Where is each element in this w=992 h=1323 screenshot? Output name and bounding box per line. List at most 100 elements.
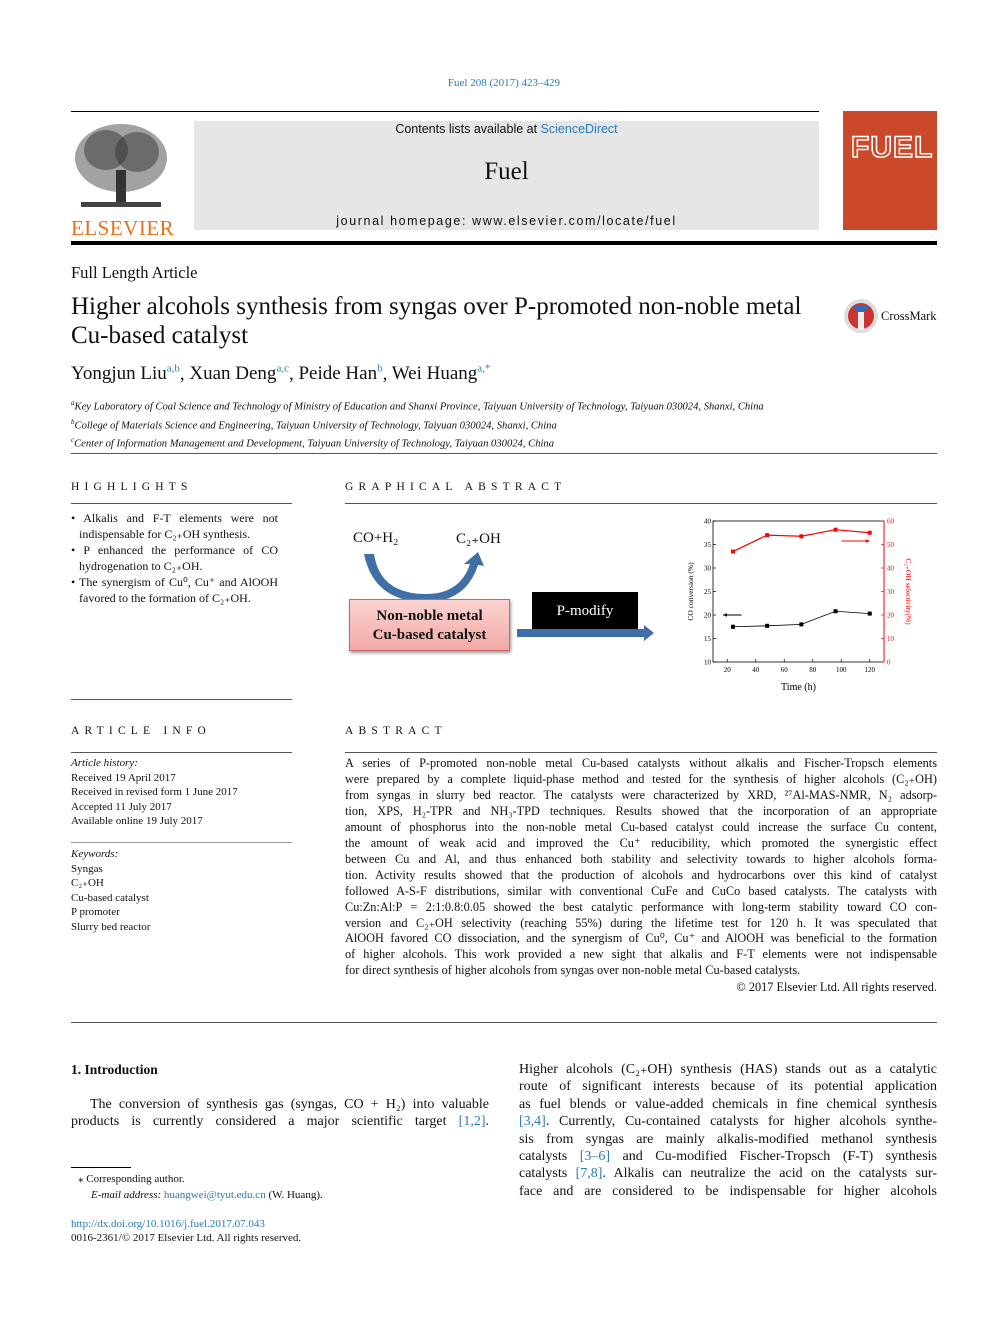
divider [71, 453, 937, 454]
x-tick-label: 20 [724, 666, 732, 674]
text-line: catalysts [7,8]. Alkalis can neutralize … [519, 1166, 937, 1182]
journal-cover: FUEL [843, 111, 937, 230]
y-tick-label: 10 [704, 659, 712, 667]
affiliation: bCollege of Materials Science and Engine… [71, 417, 557, 432]
highlights-list: • Alkalis and F-T elements were not indis… [71, 510, 278, 606]
y-tick-label: 15 [704, 635, 712, 643]
journal-banner: Contents lists available at ScienceDirec… [194, 121, 819, 230]
keyword: Slurry bed reactor [71, 920, 151, 933]
abstract-line: of higher alcohols. This work provided a… [345, 947, 937, 962]
footnote-rule [71, 1167, 131, 1168]
journal-homepage[interactable]: journal homepage: www.elsevier.com/locat… [194, 214, 819, 228]
x-tick-label: 80 [809, 666, 817, 674]
y-tick-label: 35 [704, 541, 712, 549]
history-item: Received in revised form 1 June 2017 [71, 786, 238, 798]
text-line: [3,4]. Currently, Cu-contained catalysts… [519, 1114, 937, 1130]
citation-link[interactable]: [7,8] [576, 1166, 603, 1181]
text-line: catalysts [3–6] and Cu-modified Fischer-… [519, 1149, 937, 1165]
citation-link[interactable]: [3–6] [580, 1149, 610, 1164]
stability-chart: 20 40 60 80 100 120 10 15 20 25 30 35 40 0 10 20 30 40 50 6… [686, 518, 913, 694]
citation-link[interactable]: [1,2] [459, 1114, 486, 1129]
y2-axis-label: C₂₊OH selectivity(%) [904, 558, 913, 625]
text-line: Higher alcohols (C₂₊OH) synthesis (HAS) … [519, 1062, 937, 1077]
journal-reference[interactable]: Fuel 208 (2017) 423–429 [0, 77, 992, 89]
article-history: Article history: Received 19 April 2017 … [71, 756, 238, 829]
x-tick-label: 100 [836, 666, 847, 674]
article-title: Higher alcohols synthesis from syngas ov… [71, 292, 801, 350]
abstract-line: amount of phosphorus into the non-noble … [345, 819, 937, 834]
y2-tick-label: 60 [887, 518, 895, 526]
intro-left-paragraph: The conversion of synthesis gas (syngas,… [71, 1096, 489, 1131]
affiliation: cCenter of Information Management and De… [71, 436, 555, 450]
abstract-line: tion. Activity results showed that the p… [345, 867, 937, 882]
y2-tick-label: 20 [887, 612, 895, 620]
abstract-copyright: © 2017 Elsevier Ltd. All rights reserved… [736, 980, 937, 994]
x-tick-label: 60 [781, 666, 789, 674]
affiliation: aKey Laboratory of Coal Science and Tech… [71, 399, 764, 413]
keyword: P promoter [71, 906, 120, 918]
crossmark-button[interactable]: CrossMark [843, 298, 937, 334]
y-tick-label: 40 [704, 518, 712, 526]
data-point [833, 609, 838, 614]
highlight-item: • Alkalis and F-T elements were not indis… [71, 511, 278, 541]
intro-right-paragraph: Higher alcohols (C₂₊OH) synthesis (HAS) … [519, 1061, 937, 1200]
plot-frame [712, 520, 885, 663]
article-type: Full Length Article [71, 263, 198, 282]
data-point [765, 623, 770, 628]
sciencedirect-link[interactable]: ScienceDirect [541, 122, 618, 136]
article-info-heading: ARTICLE INFO [71, 725, 211, 737]
author[interactable]: Wei Huanga,* [392, 363, 491, 384]
reactant-label: CO+H₂ [353, 530, 399, 546]
header-rule [71, 111, 819, 112]
arrowhead [722, 613, 727, 617]
doi-link[interactable]: http://dx.doi.org/10.1016/j.fuel.2017.07… [71, 1217, 301, 1231]
divider [345, 752, 937, 753]
text-line: route of significant interests because o… [519, 1079, 937, 1095]
divider [71, 503, 292, 504]
email-suffix: (W. Huang). [265, 1189, 323, 1201]
author[interactable]: Xuan Denga,c [189, 363, 289, 384]
keyword: Cu-based catalyst [71, 891, 149, 904]
author[interactable]: Yongjun Liua,b [71, 363, 180, 384]
abstract-line: Cu:Zn:Al:P = 2:1:0.8:0.05 showed the bes… [345, 899, 937, 914]
abstract-line: A series of P-promoted non-noble metal C… [345, 756, 937, 770]
elsevier-tree-icon [71, 120, 171, 210]
journal-name: Fuel [484, 158, 529, 185]
introduction-heading: 1. Introduction [71, 1062, 158, 1077]
data-point [765, 533, 770, 538]
abstract-line: from syngas in slurry bed reactor. The c… [345, 787, 937, 802]
arrowhead [865, 539, 870, 543]
text-line: products is currently considered a major… [71, 1114, 489, 1130]
abstract-line: the amount of weak acid and improved the… [345, 835, 937, 850]
data-point [799, 534, 804, 539]
data-point [730, 624, 735, 629]
abstract-heading: ABSTRACT [345, 725, 447, 737]
crossmark-icon [844, 299, 878, 333]
cover-title: FUEL [850, 130, 934, 165]
history-item: Accepted 11 July 2017 [71, 800, 172, 813]
text-line: sis from syngas are mainly alkalis-modif… [519, 1131, 937, 1147]
footnote: ⁎ Corresponding author. E-mail address: … [78, 1171, 323, 1203]
email-link[interactable]: huangwei@tyut.edu.cn [164, 1189, 266, 1201]
data-point [799, 622, 804, 627]
text-line: as fuel blends or value-added chemicals … [519, 1096, 937, 1112]
email-label: E-mail address: [91, 1189, 164, 1201]
divider [345, 503, 937, 504]
abstract-line: followed A-S-F distributions, similar wi… [345, 883, 937, 898]
data-point [833, 527, 838, 532]
divider [71, 842, 292, 843]
abstract-line: version and C₂₊OH selectivity (reaching … [345, 915, 937, 930]
text-line: face and are considered to be indispensa… [519, 1183, 937, 1199]
citation-link[interactable]: [3,4] [519, 1114, 546, 1129]
title-line: Cu-based catalyst [71, 322, 249, 349]
y-tick-label: 20 [704, 612, 712, 620]
abstract-line: tion, XPS, H₂-TPR and NH₃-TPD techniques… [345, 803, 937, 818]
history-item: Available online 19 July 2017 [71, 815, 203, 827]
x-axis-label: Time (h) [781, 682, 816, 693]
x-tick-label: 40 [752, 666, 760, 674]
data-point [867, 530, 872, 535]
abstract-line: for direct synthesis of higher alcohols … [345, 963, 801, 978]
history-item: Received 19 April 2017 [71, 771, 176, 784]
author[interactable]: Peide Hanb [298, 363, 382, 384]
keywords: Keywords: Syngas C₂₊OH Cu-based catalyst… [71, 847, 150, 934]
